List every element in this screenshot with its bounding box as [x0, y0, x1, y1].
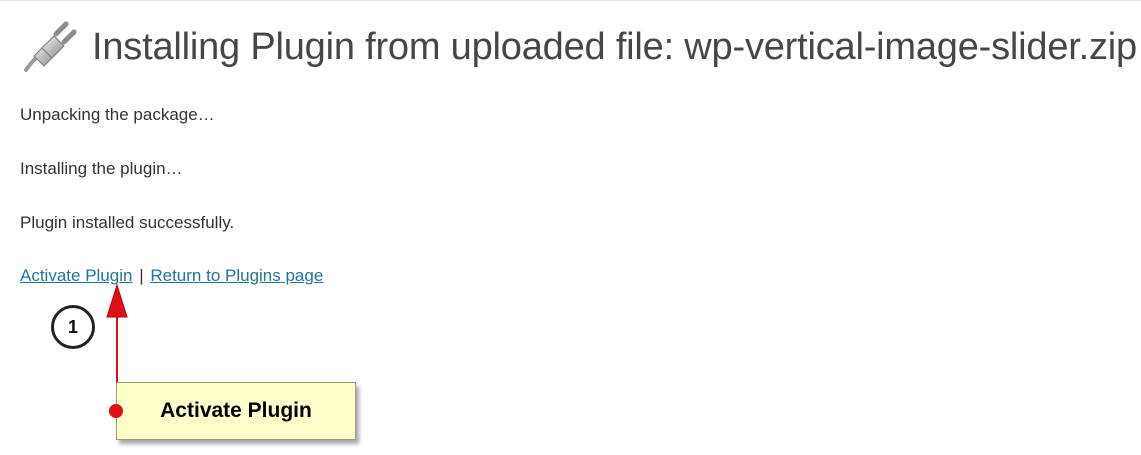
status-message-unpacking: Unpacking the package…	[20, 105, 215, 124]
page-header: Installing Plugin from uploaded file: wp…	[20, 17, 1137, 77]
annotation-callout: Activate Plugin	[116, 382, 356, 440]
status-message-success: Plugin installed successfully.	[20, 213, 235, 232]
callout-anchor-dot	[109, 404, 123, 418]
step-number: 1	[67, 316, 78, 337]
return-to-plugins-link[interactable]: Return to Plugins page	[150, 266, 323, 285]
callout-label: Activate Plugin	[160, 399, 312, 422]
annotation-arrow-head	[106, 283, 128, 318]
install-panel: Installing Plugin from uploaded file: wp…	[0, 0, 1141, 455]
plugin-plug-icon	[20, 18, 78, 76]
status-message-installing: Installing the plugin…	[20, 159, 183, 178]
step-number-badge: 1	[51, 305, 95, 349]
page-title: Installing Plugin from uploaded file: wp…	[92, 25, 1137, 68]
plugin-actions: Activate Plugin | Return to Plugins page	[20, 266, 323, 286]
